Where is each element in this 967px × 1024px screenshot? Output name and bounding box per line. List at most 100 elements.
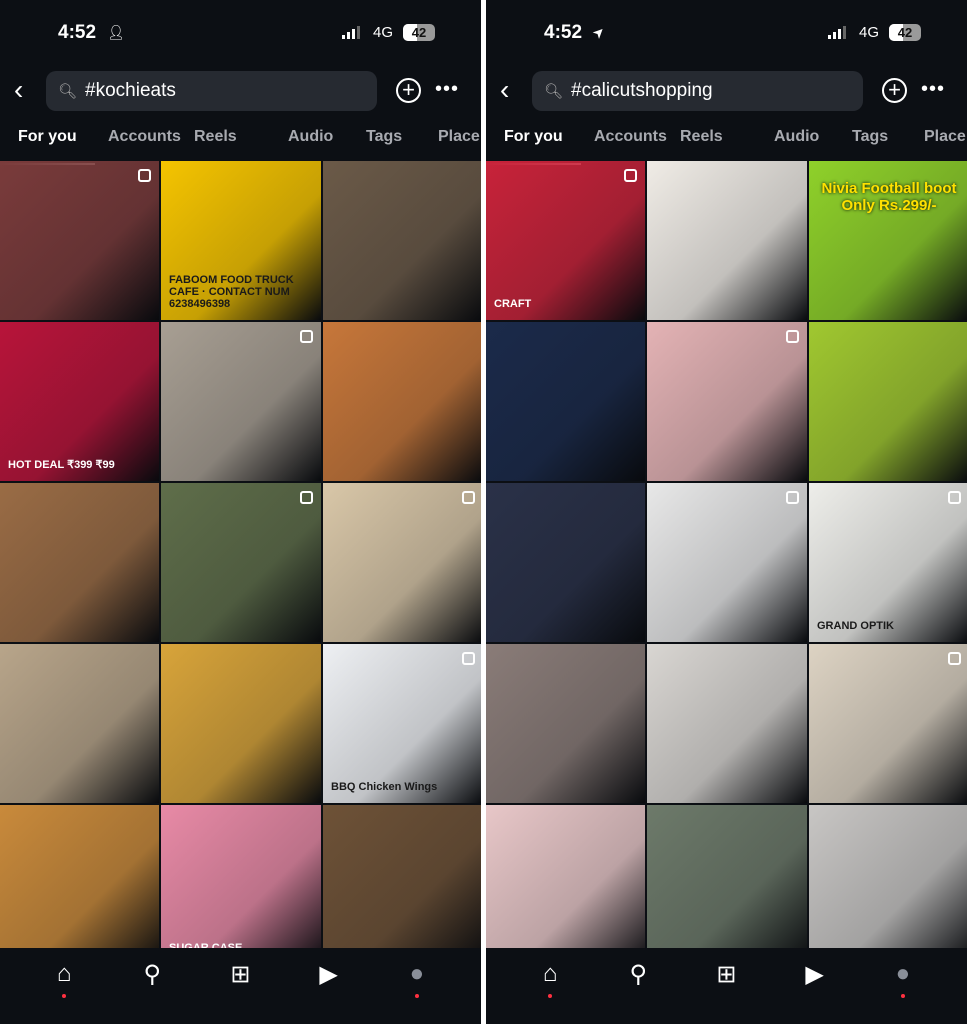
tab-place[interactable]: Place (924, 128, 966, 160)
home-icon: ⌂ (56, 960, 72, 987)
post-caption: FABOOM FOOD TRUCK CAFE · CONTACT NUM 623… (169, 273, 294, 310)
add-button[interactable]: + (882, 78, 907, 103)
grid-post[interactable]: HOT DEAL ₹399 ₹99 (0, 322, 159, 481)
nav-home-button[interactable]: ⌂ (44, 960, 84, 1024)
back-button[interactable]: ‹ (500, 76, 509, 104)
post-caption: Nivia Football boot Only Rs.299/- (821, 180, 957, 214)
battery-icon: 42 (889, 24, 921, 41)
tab-accounts[interactable]: Accounts (594, 128, 667, 160)
grid-post[interactable] (0, 161, 159, 320)
carousel-icon (948, 652, 961, 665)
grid-post[interactable] (809, 805, 967, 948)
network-label: 4G (373, 24, 394, 41)
tab-reels[interactable]: Reels (680, 128, 723, 160)
battery-level: 42 (411, 25, 427, 40)
bottom-nav: ⌂ ⚲ ⊞ ▶ ● (486, 948, 967, 1024)
grid-post[interactable] (161, 644, 321, 803)
grid-post[interactable] (809, 644, 967, 803)
grid-post[interactable] (647, 483, 807, 642)
grid-post[interactable] (0, 483, 159, 642)
more-options-icon[interactable]: ••• (435, 78, 459, 101)
back-button[interactable]: ‹ (14, 76, 23, 104)
search-bar[interactable]: 🔍︎ #kochieats (46, 71, 377, 111)
phone-left: 4:52 👤︎ 4G 42 ‹ 🔍︎ #kochieats + ••• For … (0, 0, 481, 1024)
nav-reels-button[interactable]: ▶ (795, 960, 835, 1024)
grid-post[interactable] (647, 161, 807, 320)
grid-post[interactable] (161, 322, 321, 481)
tab-tags[interactable]: Tags (366, 128, 402, 160)
reels-icon: ▶ (805, 961, 824, 988)
grid-post[interactable] (486, 644, 645, 803)
search-icon: 🔍︎ (544, 83, 564, 100)
tab-for-you[interactable]: For you (0, 128, 95, 165)
grid-post[interactable]: SUGAR CASE (161, 805, 321, 948)
nav-create-button[interactable]: ⊞ (706, 960, 746, 1024)
grid-post[interactable] (323, 161, 481, 320)
person-icon: 👤︎ (107, 24, 125, 40)
status-time: 4:52 (58, 22, 97, 43)
home-icon: ⌂ (542, 960, 558, 987)
grid-post[interactable] (486, 805, 645, 948)
grid-post[interactable] (161, 483, 321, 642)
nav-create-button[interactable]: ⊞ (220, 960, 260, 1024)
grid-post[interactable] (647, 805, 807, 948)
tab-for-you[interactable]: For you (486, 128, 581, 165)
network-label: 4G (859, 24, 880, 41)
notification-dot (62, 994, 67, 998)
grid-post[interactable] (323, 322, 481, 481)
bottom-nav: ⌂ ⚲ ⊞ ▶ ● (0, 948, 481, 1024)
tab-reels[interactable]: Reels (194, 128, 237, 160)
search-input[interactable]: #calicutshopping (571, 80, 713, 102)
grid-post[interactable] (323, 805, 481, 948)
grid-post[interactable] (0, 805, 159, 948)
plus-square-icon: ⊞ (716, 961, 737, 988)
tab-audio[interactable]: Audio (774, 128, 819, 160)
search-icon: ⚲ (143, 961, 162, 988)
grid-post[interactable] (323, 483, 481, 642)
carousel-icon (786, 491, 799, 504)
search-bar[interactable]: 🔍︎ #calicutshopping (532, 71, 863, 111)
grid-post[interactable] (486, 483, 645, 642)
grid-post[interactable]: GRAND OPTIK (809, 483, 967, 642)
post-caption: BBQ Chicken Wings (331, 780, 438, 793)
nav-profile-button[interactable]: ● (883, 960, 923, 1024)
grid-post[interactable]: CRAFT (486, 161, 645, 320)
tab-place[interactable]: Place (438, 128, 480, 160)
explore-grid: FABOOM FOOD TRUCK CAFE · CONTACT NUM 623… (0, 161, 481, 948)
grid-post[interactable]: FABOOM FOOD TRUCK CAFE · CONTACT NUM 623… (161, 161, 321, 320)
status-bar: 4:52 👤︎ 4G 42 (0, 20, 481, 46)
tab-tags[interactable]: Tags (852, 128, 888, 160)
notification-dot (900, 994, 905, 998)
grid-post[interactable] (0, 644, 159, 803)
notification-dot (548, 994, 553, 998)
grid-post[interactable]: BBQ Chicken Wings (323, 644, 481, 803)
carousel-icon (462, 652, 475, 665)
nav-profile-button[interactable]: ● (397, 960, 437, 1024)
add-button[interactable]: + (396, 78, 421, 103)
carousel-icon (138, 169, 151, 182)
nav-home-button[interactable]: ⌂ (530, 960, 570, 1024)
grid-post[interactable]: Nivia Football boot Only Rs.299/- (809, 161, 967, 320)
reels-icon: ▶ (319, 961, 338, 988)
grid-post[interactable] (809, 322, 967, 481)
search-input[interactable]: #kochieats (85, 80, 176, 102)
carousel-icon (786, 330, 799, 343)
signal-icon (342, 26, 360, 39)
battery-level: 42 (897, 25, 913, 40)
grid-post[interactable] (647, 322, 807, 481)
nav-search-button[interactable]: ⚲ (618, 960, 658, 1024)
more-options-icon[interactable]: ••• (921, 78, 945, 101)
carousel-icon (624, 169, 637, 182)
tab-accounts[interactable]: Accounts (108, 128, 181, 160)
carousel-icon (300, 330, 313, 343)
phone-right: 4:52 ➤ 4G 42 ‹ 🔍︎ #calicutshopping + •••… (486, 0, 967, 1024)
tab-bar: For you Accounts Reels Audio Tags Place (0, 128, 481, 165)
avatar: ● (895, 960, 911, 987)
status-bar: 4:52 ➤ 4G 42 (486, 20, 967, 46)
status-time: 4:52 (544, 22, 583, 43)
grid-post[interactable] (486, 322, 645, 481)
tab-audio[interactable]: Audio (288, 128, 333, 160)
nav-reels-button[interactable]: ▶ (309, 960, 349, 1024)
grid-post[interactable] (647, 644, 807, 803)
nav-search-button[interactable]: ⚲ (132, 960, 172, 1024)
